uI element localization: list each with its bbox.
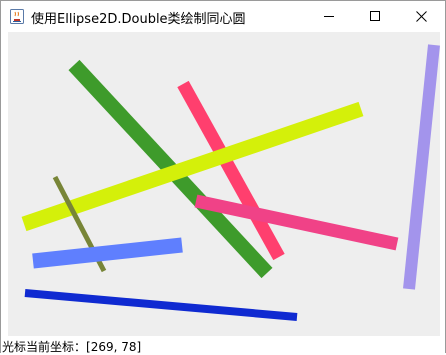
maximize-button[interactable] (353, 1, 399, 32)
drawing-canvas[interactable] (8, 32, 440, 336)
drawing-surface (21, 44, 440, 321)
close-button[interactable] (399, 1, 445, 32)
navy-line (24, 289, 298, 321)
minimize-icon (324, 16, 334, 17)
blue-line (32, 237, 183, 269)
status-coords: [269, 78] (86, 340, 142, 354)
lavender-line (403, 44, 440, 290)
window-title: 使用Ellipse2D.Double类绘制同心圆 (31, 12, 246, 27)
title-bar[interactable]: 使用Ellipse2D.Double类绘制同心圆 (1, 1, 445, 32)
yellow-line (21, 101, 364, 232)
close-icon (416, 11, 427, 22)
status-label: 光标当前坐标： (2, 340, 87, 354)
java-coffee-icon (10, 9, 24, 24)
cursor-coordinates: 光标当前坐标：[269, 78] (2, 338, 141, 355)
minimize-button[interactable] (307, 1, 353, 32)
app-window: 使用Ellipse2D.Double类绘制同心圆 光标当前坐标：[269, 78… (0, 0, 446, 355)
status-bar: 光标当前坐标：[269, 78] (1, 336, 445, 355)
maximize-icon (370, 11, 380, 21)
